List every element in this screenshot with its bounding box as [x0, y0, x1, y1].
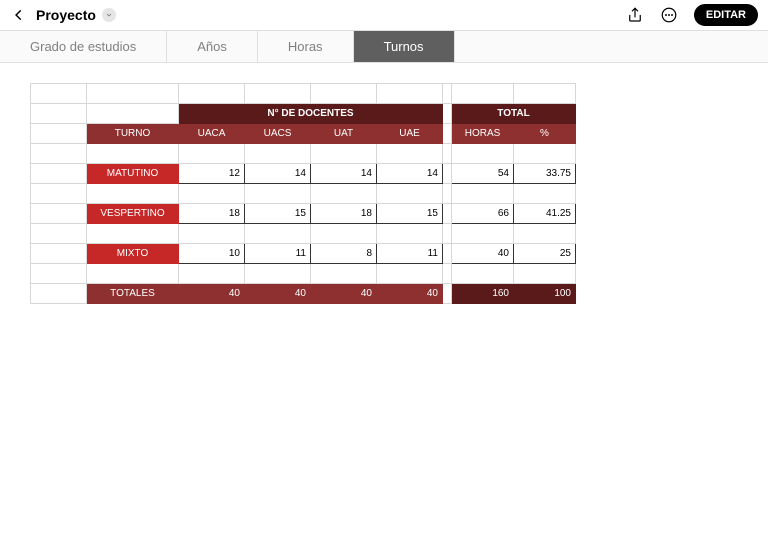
- cell[interactable]: 10: [179, 244, 245, 264]
- cell[interactable]: 18: [179, 204, 245, 224]
- total-cell: 40: [179, 284, 245, 304]
- tab-grado[interactable]: Grado de estudios: [0, 31, 167, 62]
- spreadsheet-area[interactable]: N° DE DOCENTES TOTAL TURNO UACA UACS UAT…: [0, 63, 768, 304]
- edit-button[interactable]: EDITAR: [694, 4, 758, 26]
- document-title-wrap[interactable]: Proyecto: [36, 7, 116, 23]
- table-row: MIXTO 10 11 8 11 40 25: [31, 244, 576, 264]
- cell[interactable]: 14: [245, 164, 311, 184]
- tab-turnos[interactable]: Turnos: [354, 31, 455, 62]
- cell[interactable]: 14: [311, 164, 377, 184]
- cell[interactable]: 11: [377, 244, 443, 264]
- col-header: UACA: [179, 124, 245, 144]
- total-cell: 160: [452, 284, 514, 304]
- col-header: UACS: [245, 124, 311, 144]
- cell[interactable]: 40: [452, 244, 514, 264]
- cell[interactable]: 41.25: [514, 204, 576, 224]
- group-header-total: TOTAL: [452, 104, 576, 124]
- document-title: Proyecto: [36, 7, 96, 23]
- total-cell: 40: [311, 284, 377, 304]
- table-row: VESPERTINO 18 15 18 15 66 41.25: [31, 204, 576, 224]
- col-header: UAT: [311, 124, 377, 144]
- cell[interactable]: 12: [179, 164, 245, 184]
- cell[interactable]: 18: [311, 204, 377, 224]
- row-label: VESPERTINO: [87, 204, 179, 224]
- cell[interactable]: 25: [514, 244, 576, 264]
- grid-row: [31, 84, 576, 104]
- grid-row: [31, 224, 576, 244]
- row-header-label: TURNO: [87, 124, 179, 144]
- row-label: MATUTINO: [87, 164, 179, 184]
- sheet-tabs: Grado de estudios Años Horas Turnos: [0, 30, 768, 63]
- grid-row: [31, 184, 576, 204]
- back-icon[interactable]: [10, 6, 28, 24]
- col-header: %: [514, 124, 576, 144]
- total-cell: 100: [514, 284, 576, 304]
- grid-row: [31, 264, 576, 284]
- totals-row: TOTALES 40 40 40 40 160 100: [31, 284, 576, 304]
- more-icon[interactable]: [658, 4, 680, 26]
- tab-anios[interactable]: Años: [167, 31, 258, 62]
- cell[interactable]: 11: [245, 244, 311, 264]
- tab-horas[interactable]: Horas: [258, 31, 354, 62]
- totals-label: TOTALES: [87, 284, 179, 304]
- chevron-down-icon: [102, 8, 116, 22]
- col-header: UAE: [377, 124, 443, 144]
- cell[interactable]: 14: [377, 164, 443, 184]
- top-toolbar: Proyecto EDITAR: [0, 0, 768, 30]
- col-header: HORAS: [452, 124, 514, 144]
- share-icon[interactable]: [624, 4, 646, 26]
- cell[interactable]: 66: [452, 204, 514, 224]
- total-cell: 40: [377, 284, 443, 304]
- cell[interactable]: 8: [311, 244, 377, 264]
- cell[interactable]: 54: [452, 164, 514, 184]
- column-header-row: TURNO UACA UACS UAT UAE HORAS %: [31, 124, 576, 144]
- cell[interactable]: 15: [377, 204, 443, 224]
- row-label: MIXTO: [87, 244, 179, 264]
- group-header-row: N° DE DOCENTES TOTAL: [31, 104, 576, 124]
- total-cell: 40: [245, 284, 311, 304]
- group-header-docentes: N° DE DOCENTES: [179, 104, 443, 124]
- cell[interactable]: 15: [245, 204, 311, 224]
- cell[interactable]: 33.75: [514, 164, 576, 184]
- table-row: MATUTINO 12 14 14 14 54 33.75: [31, 164, 576, 184]
- data-table: N° DE DOCENTES TOTAL TURNO UACA UACS UAT…: [30, 83, 576, 304]
- grid-row: [31, 144, 576, 164]
